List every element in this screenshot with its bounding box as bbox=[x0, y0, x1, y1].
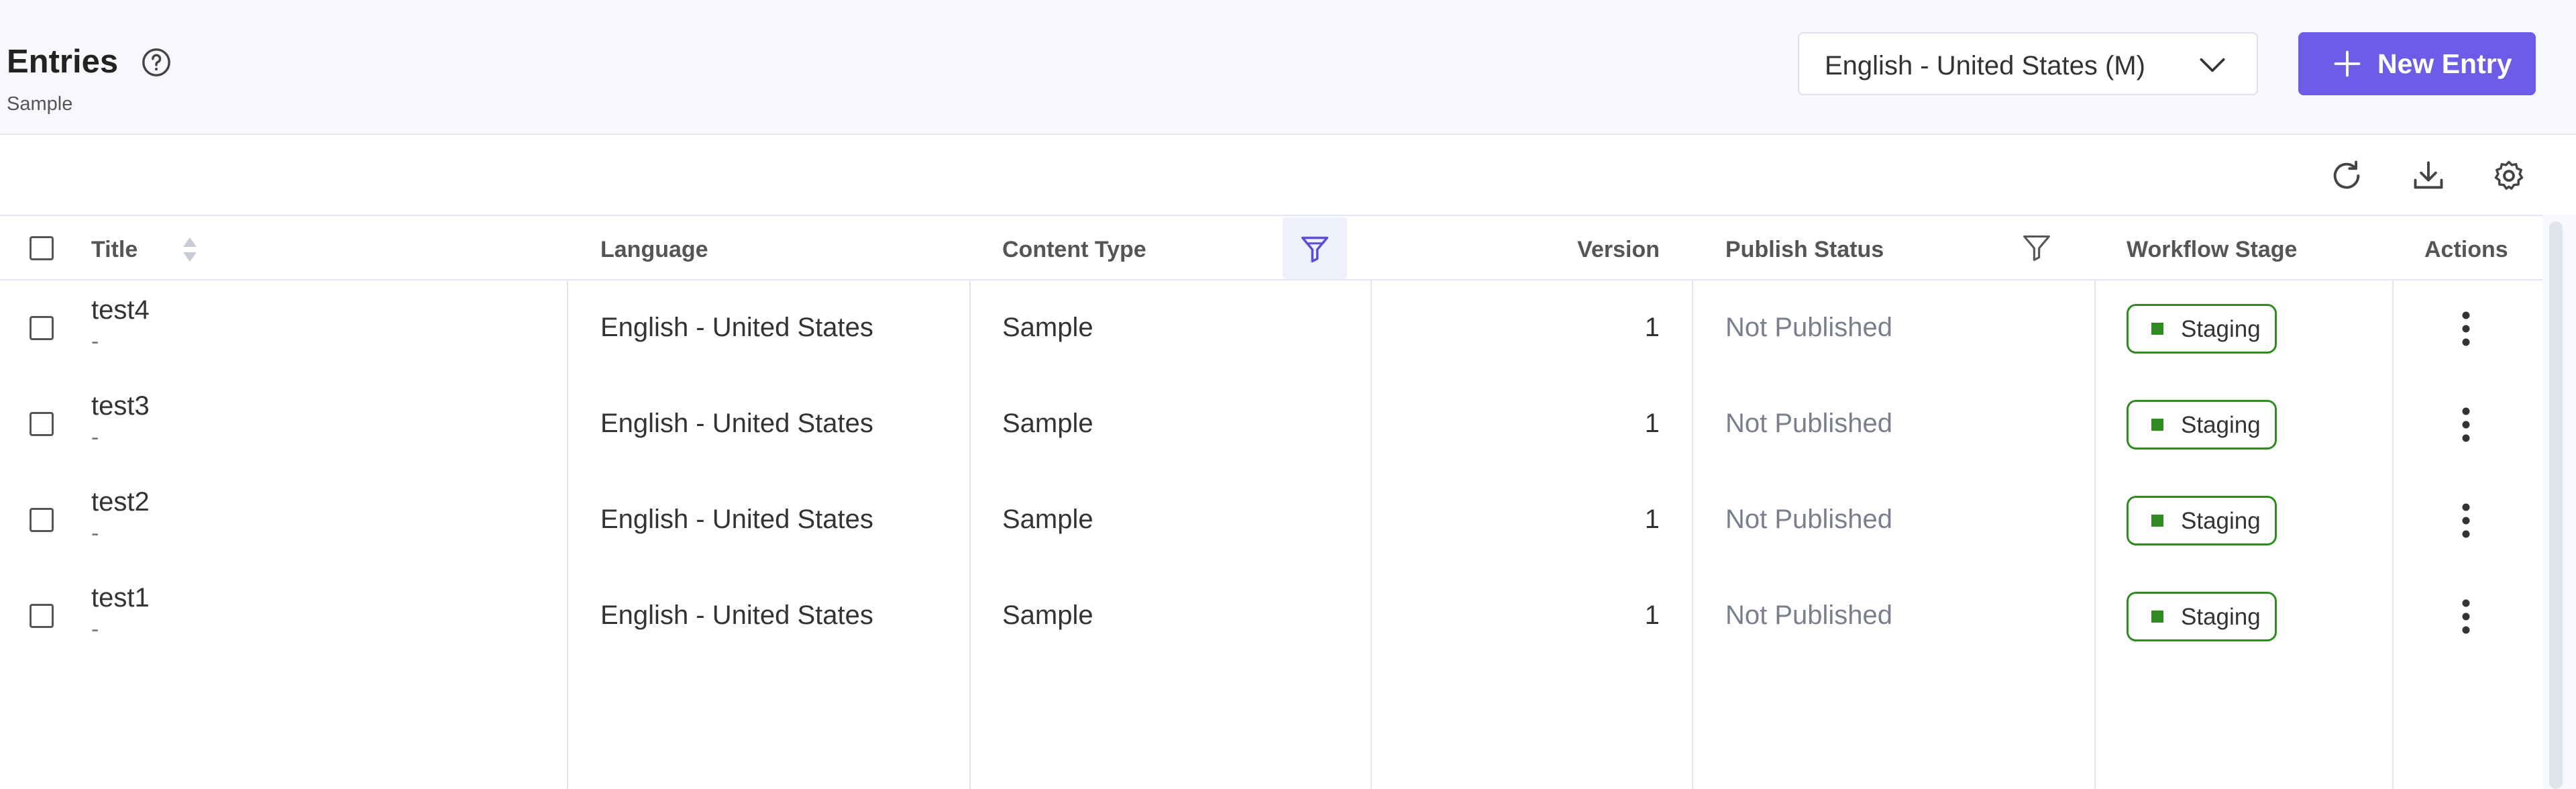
chevron-down-icon bbox=[2200, 58, 2225, 72]
entry-title-link[interactable]: test2 bbox=[91, 487, 150, 517]
version-cell: 1 bbox=[1644, 313, 1660, 342]
column-header-content-type: Content Type bbox=[1002, 237, 1146, 262]
table-row[interactable]: test3 - English - United States Sample 1… bbox=[0, 376, 2542, 472]
entry-title-link[interactable]: test3 bbox=[91, 391, 150, 421]
plus-icon bbox=[2334, 50, 2361, 77]
page-subtitle: Sample bbox=[7, 93, 73, 115]
settings-gear-icon[interactable] bbox=[2491, 158, 2526, 193]
column-header-title[interactable]: Title bbox=[91, 237, 138, 263]
page-title: Entries bbox=[7, 44, 119, 80]
stage-dot-icon bbox=[2151, 323, 2163, 335]
locale-select[interactable]: English - United States (M) bbox=[1798, 32, 2258, 95]
entries-table: Title Language Content Type Version Publ… bbox=[0, 215, 2542, 789]
workflow-stage-badge[interactable]: Staging bbox=[2127, 592, 2277, 641]
table-header: Title Language Content Type Version Publ… bbox=[0, 215, 2542, 280]
column-header-actions: Actions bbox=[2424, 237, 2508, 262]
content-type-filter-button[interactable] bbox=[1283, 217, 1347, 279]
row-checkbox[interactable] bbox=[30, 508, 54, 532]
language-cell: English - United States bbox=[600, 600, 873, 630]
column-header-version: Version bbox=[1577, 237, 1660, 262]
workflow-stage-label: Staging bbox=[2181, 316, 2261, 342]
workflow-stage-badge[interactable]: Staging bbox=[2127, 304, 2277, 354]
table-row[interactable]: test4 - English - United States Sample 1… bbox=[0, 280, 2542, 376]
page-header: Entries Sample English - United States (… bbox=[0, 0, 2576, 135]
entry-title-link[interactable]: test1 bbox=[91, 583, 150, 613]
locale-select-value: English - United States (M) bbox=[1825, 51, 2145, 81]
workflow-stage-label: Staging bbox=[2181, 604, 2261, 630]
workflow-stage-badge[interactable]: Staging bbox=[2127, 400, 2277, 450]
content-type-cell: Sample bbox=[1002, 313, 1093, 342]
table-row[interactable]: test1 - English - United States Sample 1… bbox=[0, 568, 2542, 664]
language-cell: English - United States bbox=[600, 409, 873, 438]
entry-title-link[interactable]: test4 bbox=[91, 295, 150, 325]
new-entry-label: New Entry bbox=[2377, 48, 2512, 79]
workflow-stage-label: Staging bbox=[2181, 508, 2261, 534]
select-all-checkbox[interactable] bbox=[30, 236, 54, 260]
publish-status-cell: Not Published bbox=[1725, 600, 1893, 630]
column-header-publish-status: Publish Status bbox=[1725, 237, 1884, 262]
table-row[interactable]: test2 - English - United States Sample 1… bbox=[0, 472, 2542, 568]
download-icon[interactable] bbox=[2411, 158, 2446, 193]
workflow-stage-label: Staging bbox=[2181, 412, 2261, 438]
scrollbar-thumb[interactable] bbox=[2549, 221, 2563, 789]
entry-title-sub: - bbox=[91, 521, 99, 546]
publish-status-cell: Not Published bbox=[1725, 313, 1893, 342]
row-checkbox[interactable] bbox=[30, 604, 54, 628]
vertical-scrollbar[interactable] bbox=[2542, 215, 2576, 789]
stage-dot-icon bbox=[2151, 419, 2163, 431]
row-checkbox[interactable] bbox=[30, 316, 54, 340]
more-actions-icon[interactable] bbox=[2453, 309, 2479, 349]
publish-status-cell: Not Published bbox=[1725, 505, 1893, 534]
content-type-cell: Sample bbox=[1002, 600, 1093, 630]
content-type-cell: Sample bbox=[1002, 505, 1093, 534]
more-actions-icon[interactable] bbox=[2453, 501, 2479, 541]
version-cell: 1 bbox=[1644, 409, 1660, 438]
more-actions-icon[interactable] bbox=[2453, 405, 2479, 445]
content-type-cell: Sample bbox=[1002, 409, 1093, 438]
filter-icon[interactable] bbox=[2022, 232, 2051, 263]
publish-status-cell: Not Published bbox=[1725, 409, 1893, 438]
refresh-icon[interactable] bbox=[2329, 158, 2364, 193]
language-cell: English - United States bbox=[600, 505, 873, 534]
filter-icon bbox=[1301, 236, 1329, 263]
version-cell: 1 bbox=[1644, 600, 1660, 630]
entry-title-sub: - bbox=[91, 329, 99, 354]
stage-dot-icon bbox=[2151, 611, 2163, 623]
entry-title-sub: - bbox=[91, 425, 99, 450]
sort-icon[interactable] bbox=[181, 236, 199, 263]
stage-dot-icon bbox=[2151, 515, 2163, 527]
language-cell: English - United States bbox=[600, 313, 873, 342]
version-cell: 1 bbox=[1644, 505, 1660, 534]
column-header-language: Language bbox=[600, 237, 708, 262]
workflow-stage-badge[interactable]: Staging bbox=[2127, 496, 2277, 545]
entry-title-sub: - bbox=[91, 617, 99, 642]
column-header-workflow-stage: Workflow Stage bbox=[2127, 237, 2298, 262]
more-actions-icon[interactable] bbox=[2453, 596, 2479, 637]
new-entry-button[interactable]: New Entry bbox=[2298, 32, 2536, 95]
question-circle-icon[interactable] bbox=[141, 47, 172, 78]
row-checkbox[interactable] bbox=[30, 412, 54, 436]
